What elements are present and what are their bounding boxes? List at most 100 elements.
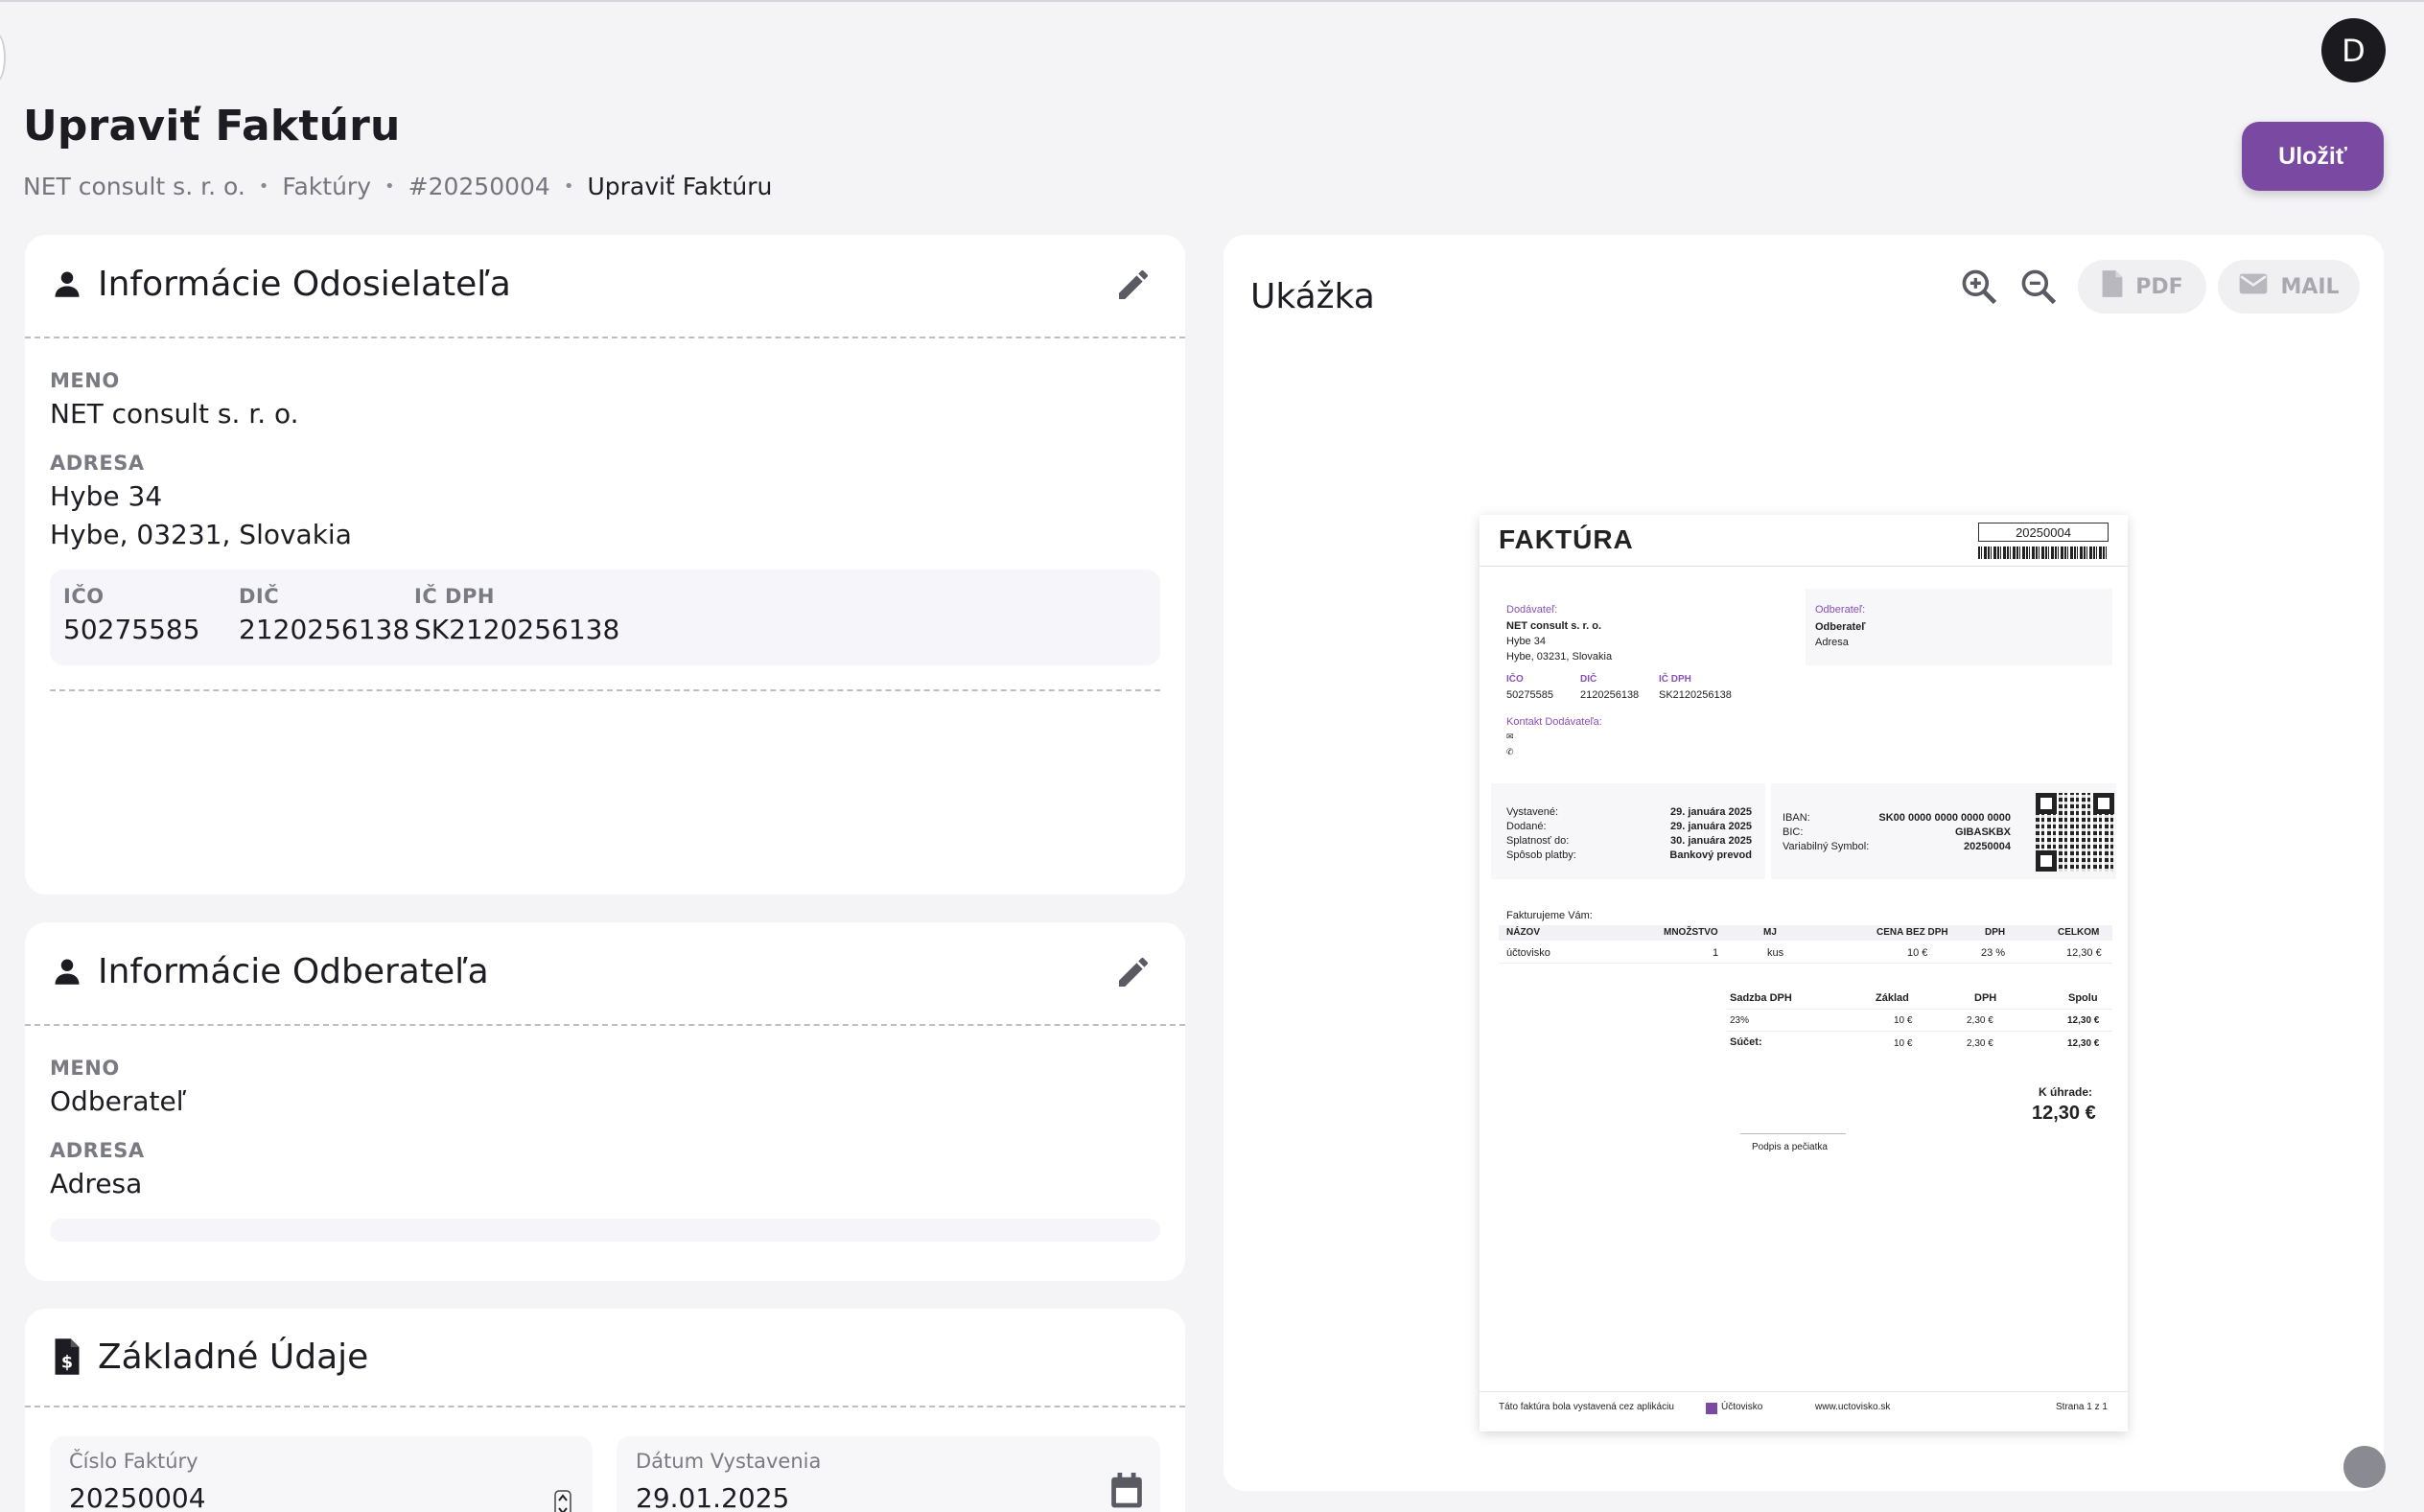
issue-date-label: Dátum Vystavenia: [636, 1450, 822, 1473]
vs-label: Variabilný Symbol:: [1783, 841, 1870, 852]
breadcrumb-separator: •: [385, 176, 395, 197]
item-vat: 23 %: [1981, 947, 2006, 959]
divider: [1499, 963, 2112, 964]
pdf-file-icon: [2101, 269, 2124, 304]
items-header: NÁZOV MNOŽSTVO MJ CENA BEZ DPH DPH CELKO…: [1499, 925, 2112, 941]
bank-box: IBAN: SK00 0000 0000 0000 0000 BIC: GIBA…: [1771, 783, 2116, 879]
divider: [1727, 1009, 2112, 1010]
vat-rate: 23%: [1730, 1015, 1750, 1026]
avatar[interactable]: D: [2321, 18, 2386, 82]
page-title: Upraviť Faktúru: [23, 102, 401, 151]
person-icon: [50, 267, 84, 301]
mail-button[interactable]: MAIL: [2218, 260, 2360, 314]
recipient-ids-box: [50, 1219, 1160, 1242]
inv-ico-label: IČO: [1506, 674, 1524, 685]
calendar-icon[interactable]: [1108, 1471, 1145, 1512]
mail-icon: [2238, 271, 2269, 302]
vat-col-vat: DPH: [1974, 992, 1997, 1004]
col-name: NÁZOV: [1506, 927, 1540, 938]
sum-total: 12,30 €: [2067, 1038, 2100, 1049]
recipient-address-label: ADRESA: [50, 1139, 145, 1162]
edit-recipient-icon[interactable]: [1114, 953, 1153, 991]
issue-date-value[interactable]: 29.01.2025: [636, 1482, 789, 1512]
customer-name: Odberateľ: [1815, 621, 1866, 633]
breadcrumb-invoice-number[interactable]: #20250004: [408, 173, 550, 200]
bic-value: GIBASKBX: [1954, 826, 2011, 838]
mail-label: MAIL: [2280, 274, 2340, 299]
recipient-name-label: MENO: [50, 1057, 120, 1080]
issued-value: 29. januára 2025: [1669, 806, 1752, 818]
due-value: 30. januára 2025: [1669, 835, 1752, 847]
supplier-address-1: Hybe 34: [1506, 636, 1546, 647]
invoice-dollar-icon: $: [50, 1338, 84, 1375]
breadcrumb-invoices[interactable]: Faktúry: [282, 173, 371, 200]
basic-data-header: $ Základné Údaje: [25, 1309, 1185, 1405]
inv-dic-label: DIČ: [1580, 674, 1597, 685]
breadcrumb-separator: •: [563, 176, 574, 197]
item-name: účtovisko: [1506, 947, 1550, 959]
supplier-name: NET consult s. r. o.: [1506, 620, 1602, 632]
invoice-preview: FAKTÚRA 20250004 Dodávateľ: NET consult …: [1480, 515, 2128, 1431]
supplier-label: Dodávateľ:: [1506, 604, 1558, 616]
col-qty: MNOŽSTVO: [1664, 927, 1718, 938]
iban-value: SK00 0000 0000 0000 0000: [1878, 812, 2011, 824]
vat-amount: 2,30 €: [1967, 1015, 1993, 1026]
invoice-heading: FAKTÚRA: [1499, 524, 1634, 554]
breadcrumb-current: Upraviť Faktúru: [587, 173, 773, 200]
inv-icdph: SK2120256138: [1659, 689, 1732, 701]
sender-card: Informácie Odosielateľa MENO NET consult…: [25, 235, 1185, 895]
zoom-in-icon[interactable]: [1958, 266, 2000, 308]
payment-value: Bankový prevod: [1669, 849, 1752, 861]
sender-card-header: Informácie Odosielateľa: [25, 235, 1185, 333]
sender-card-title: Informácie Odosielateľa: [98, 264, 511, 304]
footer-web: www.uctovisko.sk: [1815, 1402, 1891, 1412]
dates-box: Vystavené: 29. januára 2025 Dodané: 29. …: [1491, 783, 1765, 879]
divider: [50, 689, 1160, 691]
pdf-button[interactable]: PDF: [2078, 260, 2206, 314]
sum-vat: 2,30 €: [1967, 1038, 1993, 1049]
delivered-value: 29. januára 2025: [1669, 821, 1752, 832]
invoice-number-box: 20250004: [1978, 523, 2109, 542]
barcode: [1978, 547, 2109, 559]
issue-date-field[interactable]: Dátum Vystavenia 29.01.2025: [617, 1436, 1160, 1512]
to-pay-label: K úhrade:: [2039, 1085, 2093, 1099]
pdf-label: PDF: [2135, 274, 2183, 299]
invoice-number-value[interactable]: 20250004: [69, 1482, 206, 1512]
contact-label: Kontakt Dodávateľa:: [1506, 716, 1602, 728]
sender-address-line2: Hybe, 03231, Slovakia: [50, 519, 352, 550]
person-icon: [50, 954, 84, 989]
sender-ids-box: IČO 50275585 DIČ 2120256138 IČ DPH SK212…: [50, 570, 1160, 665]
iban-label: IBAN:: [1783, 812, 1810, 824]
zoom-out-icon[interactable]: [2017, 266, 2060, 308]
inv-icdph-label: IČ DPH: [1659, 674, 1691, 685]
cookie-settings-icon[interactable]: [2343, 1446, 2386, 1488]
breadcrumb-company[interactable]: NET consult s. r. o.: [23, 173, 245, 200]
due-label: Splatnosť do:: [1506, 835, 1570, 847]
number-stepper-icon[interactable]: [554, 1490, 571, 1512]
invoice-number: 20250004: [2016, 525, 2071, 540]
icdph-value: SK2120256138: [414, 614, 620, 645]
sum-label: Súčet:: [1730, 1036, 1762, 1048]
sidebar-toggle[interactable]: [0, 33, 6, 82]
divider: [1480, 566, 2128, 567]
edit-sender-icon[interactable]: [1114, 266, 1153, 304]
sender-name-label: MENO: [50, 369, 120, 392]
preview-title: Ukážka: [1250, 277, 1375, 316]
icdph-label: IČ DPH: [414, 585, 495, 608]
col-unit: MJ: [1763, 927, 1777, 938]
qr-code: [2036, 793, 2114, 872]
phone-icon: ✆: [1506, 747, 1514, 756]
vat-col-rate: Sadzba DPH: [1730, 992, 1792, 1004]
recipient-card: Informácie Odberateľa MENO Odberateľ ADR…: [25, 922, 1185, 1281]
delivered-label: Dodané:: [1506, 821, 1547, 832]
recipient-card-title: Informácie Odberateľa: [98, 951, 489, 991]
invoice-number-field[interactable]: Číslo Faktúry 20250004: [50, 1436, 593, 1512]
col-vat: DPH: [1985, 927, 2006, 938]
recipient-card-header: Informácie Odberateľa: [25, 922, 1185, 1020]
footer-app: Účtovisko: [1721, 1402, 1763, 1412]
save-button[interactable]: Uložiť: [2242, 122, 2384, 191]
ico-value: 50275585: [63, 614, 200, 645]
customer-box: Odberateľ: Odberateľ Adresa: [1806, 589, 2112, 665]
col-total: CELKOM: [2058, 927, 2100, 938]
signature-line: [1740, 1133, 1846, 1134]
